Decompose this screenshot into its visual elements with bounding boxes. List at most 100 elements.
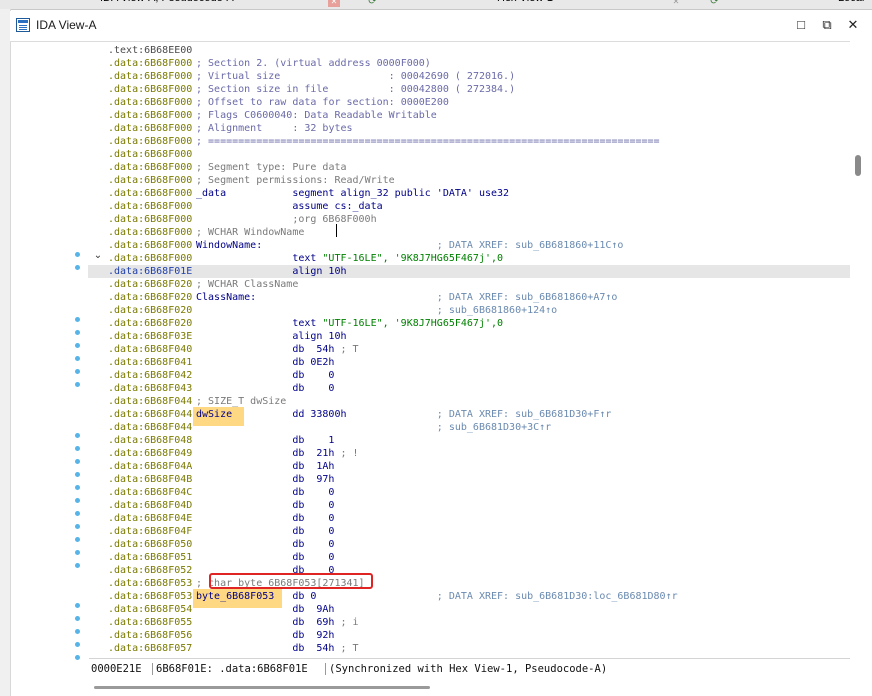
line-token-xref[interactable]: ; sub_6B681D30+3C↑r bbox=[437, 421, 551, 434]
tab-close-icon[interactable]: ✕ bbox=[670, 0, 682, 7]
line-address[interactable]: .data:6B68F000 bbox=[108, 148, 192, 161]
listing-line[interactable]: .data:6B68F044 ; SIZE_T dwSize bbox=[88, 395, 850, 408]
listing-line[interactable]: .data:6B68F04A db 1Ah bbox=[88, 460, 850, 473]
tab-local[interactable]: Local bbox=[838, 0, 864, 9]
listing-line[interactable]: .data:6B68F000 ; Offset to raw data for s… bbox=[88, 96, 850, 109]
line-address[interactable]: .data:6B68F04E bbox=[108, 512, 192, 525]
line-address[interactable]: .data:6B68F000 bbox=[108, 57, 192, 70]
listing-line[interactable]: .data:6B68F000 ; ========================… bbox=[88, 135, 850, 148]
flow-dot[interactable] bbox=[75, 629, 80, 634]
line-address[interactable]: .data:6B68F020 bbox=[108, 317, 192, 330]
line-token-lab[interactable]: dwSize bbox=[196, 408, 232, 421]
listing-line[interactable]: .data:6B68F04C db 0 bbox=[88, 486, 850, 499]
listing-line[interactable]: .data:6B68F050 db 0 bbox=[88, 538, 850, 551]
line-address[interactable]: .data:6B68F051 bbox=[108, 551, 192, 564]
flow-dot[interactable] bbox=[75, 446, 80, 451]
listing-line[interactable]: .data:6B68F048 db 1 bbox=[88, 434, 850, 447]
listing-line[interactable]: .data:6B68F044 dwSize dd 33800h ; DATA XREF… bbox=[88, 408, 850, 421]
line-address[interactable]: .data:6B68F020 bbox=[108, 291, 192, 304]
flow-dot[interactable] bbox=[75, 616, 80, 621]
listing-line[interactable]: .data:6B68F04B db 97h bbox=[88, 473, 850, 486]
listing-line[interactable]: .data:6B68F03E align 10h bbox=[88, 330, 850, 343]
listing-line[interactable]: .data:6B68F043 db 0 bbox=[88, 382, 850, 395]
line-address[interactable]: .data:6B68F000 bbox=[108, 83, 192, 96]
flow-dot[interactable] bbox=[75, 356, 80, 361]
line-token-xref[interactable]: ; DATA XREF: sub_6B681860+A7↑o bbox=[437, 291, 618, 304]
line-address[interactable]: .data:6B68F041 bbox=[108, 356, 192, 369]
listing-line[interactable]: .data:6B68F000 assume cs:_data bbox=[88, 200, 850, 213]
line-address[interactable]: .data:6B68F057 bbox=[108, 642, 192, 655]
flow-dot[interactable] bbox=[75, 252, 80, 257]
listing-line[interactable]: .data:6B68F053 byte_6B68F053 db 0 ; DATA XR… bbox=[88, 590, 850, 603]
line-address[interactable]: .data:6B68F055 bbox=[108, 616, 192, 629]
line-address[interactable]: .data:6B68F052 bbox=[108, 564, 192, 577]
flow-dot[interactable] bbox=[75, 433, 80, 438]
flow-dot[interactable] bbox=[75, 642, 80, 647]
listing-line[interactable]: .data:6B68F000 ; Section 2. (virtual addr… bbox=[88, 57, 850, 70]
line-address[interactable]: .data:6B68F043 bbox=[108, 382, 192, 395]
close-button[interactable]: ✕ bbox=[845, 17, 861, 33]
line-address[interactable]: .data:6B68F000 bbox=[108, 135, 192, 148]
line-token-lab[interactable]: byte_6B68F053 bbox=[196, 590, 274, 603]
flow-dot[interactable] bbox=[75, 485, 80, 490]
line-address[interactable]: .data:6B68F044 bbox=[108, 395, 192, 408]
listing-line[interactable]: .data:6B68F020 ; WCHAR ClassName bbox=[88, 278, 850, 291]
line-address[interactable]: .data:6B68F000 bbox=[108, 226, 192, 239]
line-address[interactable]: .data:6B68F04C bbox=[108, 486, 192, 499]
line-address[interactable]: .data:6B68F049 bbox=[108, 447, 192, 460]
line-address[interactable]: .data:6B68F056 bbox=[108, 629, 192, 642]
tab-hex-view[interactable]: Hex View-1 bbox=[497, 0, 553, 9]
listing-line[interactable]: .data:6B68F041 db 0E2h bbox=[88, 356, 850, 369]
flow-dot[interactable] bbox=[75, 603, 80, 608]
flow-dot[interactable] bbox=[75, 317, 80, 322]
line-address[interactable]: .data:6B68F020 bbox=[108, 278, 192, 291]
listing-line[interactable]: .data:6B68F000 ; Flags C0600040: Data Rea… bbox=[88, 109, 850, 122]
line-address[interactable]: .data:6B68F044 bbox=[108, 408, 192, 421]
listing-line[interactable]: .data:6B68F044 ; sub_6B681D30+3C↑r bbox=[88, 421, 850, 434]
line-token-lab[interactable]: WindowName: bbox=[196, 239, 262, 252]
vertical-scroll-thumb[interactable] bbox=[855, 155, 861, 176]
listing-line[interactable]: .data:6B68F049 db 21h ; ! bbox=[88, 447, 850, 460]
listing-line[interactable]: .data:6B68F020 text "UTF-16LE", '9K8J7HG6… bbox=[88, 317, 850, 330]
listing-line[interactable]: .data:6B68F000 _data segment align_32 publ… bbox=[88, 187, 850, 200]
flow-dot[interactable] bbox=[75, 369, 80, 374]
line-address[interactable]: .data:6B68F01E bbox=[108, 265, 192, 278]
line-address[interactable]: .data:6B68F04A bbox=[108, 460, 192, 473]
listing-line[interactable]: .data:6B68F042 db 0 bbox=[88, 369, 850, 382]
line-address[interactable]: .data:6B68F000 bbox=[108, 239, 192, 252]
line-address[interactable]: .data:6B68F000 bbox=[108, 213, 192, 226]
listing-line[interactable]: .data:6B68F04F db 0 bbox=[88, 525, 850, 538]
flow-dot[interactable] bbox=[75, 550, 80, 555]
flow-dot[interactable] bbox=[75, 343, 80, 348]
line-address[interactable]: .data:6B68F000 bbox=[108, 187, 192, 200]
listing-line[interactable]: .data:6B68F04E db 0 bbox=[88, 512, 850, 525]
listing-line[interactable]: .data:6B68F051 db 0 bbox=[88, 551, 850, 564]
line-address[interactable]: .data:6B68F000 bbox=[108, 122, 192, 135]
listing-line[interactable]: .data:6B68F000 ;org 6B68F000h bbox=[88, 213, 850, 226]
listing-line[interactable]: .data:6B68F000 ; Alignment : 32 bytes bbox=[88, 122, 850, 135]
listing-line[interactable]: .data:6B68F000 ; Segment type: Pure data bbox=[88, 161, 850, 174]
flow-dot[interactable] bbox=[75, 511, 80, 516]
line-address[interactable]: .data:6B68F000 bbox=[108, 96, 192, 109]
line-token-xref[interactable]: ; DATA XREF: sub_6B681860+11C↑o bbox=[437, 239, 624, 252]
line-address[interactable]: .data:6B68F04F bbox=[108, 525, 192, 538]
line-address[interactable]: .data:6B68F054 bbox=[108, 603, 192, 616]
vertical-scrollbar[interactable] bbox=[850, 41, 872, 658]
flow-dot[interactable] bbox=[75, 265, 80, 270]
line-address[interactable]: .data:6B68F048 bbox=[108, 434, 192, 447]
line-address[interactable]: .data:6B68F000 bbox=[108, 200, 192, 213]
tab-ida-view-pseudocode[interactable]: IDA View-A, Pseudocode-A bbox=[100, 0, 234, 9]
flow-dot[interactable] bbox=[75, 655, 80, 660]
line-token-xref[interactable]: ; DATA XREF: sub_6B681D30:loc_6B681D80↑r bbox=[437, 590, 678, 603]
listing-line[interactable]: .data:6B68F053; char byte_6B68F053[27134… bbox=[88, 577, 850, 590]
disassembly-listing[interactable]: .text:6B68EE00 .data:6B68F000; Section 2.… bbox=[88, 41, 850, 658]
restore-button[interactable]: ⧉ bbox=[819, 17, 835, 33]
line-token-lab[interactable]: ClassName: bbox=[196, 291, 256, 304]
flow-dot[interactable] bbox=[75, 459, 80, 464]
listing-line[interactable]: .data:6B68F01E align 10h bbox=[88, 265, 850, 278]
line-address[interactable]: .data:6B68F04D bbox=[108, 499, 192, 512]
listing-line[interactable]: .data:6B68F000 WindowName: ; DATA XREF: su… bbox=[88, 239, 850, 252]
listing-line[interactable]: .data:6B68F056 db 92h bbox=[88, 629, 850, 642]
listing-line[interactable]: .data:6B68F000 text "UTF-16LE", '9K8J7HG6… bbox=[88, 252, 850, 265]
listing-line[interactable]: .data:6B68F020 ClassName: ; DATA XREF: sub… bbox=[88, 291, 850, 304]
